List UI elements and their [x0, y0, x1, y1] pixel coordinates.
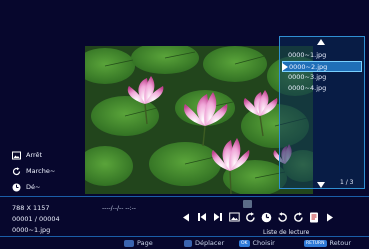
file-info: 788 X 1157 00001 / 00004 0000~1.jpg [12, 203, 60, 236]
ok-hint[interactable]: OK Choisir [239, 239, 275, 247]
move-hint[interactable]: Déplacer [184, 239, 224, 247]
playlist-item[interactable]: 0000~4.jpg [282, 83, 362, 94]
slideshow-icon[interactable] [226, 210, 242, 224]
playlist-item[interactable]: 0000~1.jpg [282, 50, 362, 61]
playback-controls [178, 210, 338, 224]
image-index: 00001 / 00004 [12, 215, 60, 223]
playlist-item[interactable]: 0000~3.jpg [282, 72, 362, 83]
image-resolution: 788 X 1157 [12, 204, 50, 212]
footer-hints: Page Déplacer OK Choisir RETURN Retour [0, 238, 369, 249]
info-bar-divider [0, 196, 369, 197]
return-hint[interactable]: RETURN Retour [304, 239, 351, 247]
timer-icon[interactable] [258, 210, 274, 224]
status-panel: Arrêt Marche~ Dé~ [12, 147, 82, 195]
info-icon[interactable] [306, 210, 322, 224]
page-hint[interactable]: Page [124, 239, 153, 247]
move-key-icon [184, 239, 192, 247]
play-icon [282, 63, 288, 71]
playlist-label: Liste de lecture [263, 229, 310, 236]
repeat-status: Marche~ [12, 163, 82, 179]
page-key-icon [124, 239, 134, 247]
repeat-icon [12, 166, 21, 175]
repeat-icon[interactable] [242, 210, 258, 224]
image-filename: 0000~1.jpg [12, 226, 51, 234]
return-key: RETURN [304, 239, 327, 247]
next-arrow-icon[interactable] [322, 210, 338, 224]
timer-status: Dé~ [12, 179, 82, 195]
volume-icon [243, 200, 252, 208]
prev-arrow-icon[interactable] [178, 210, 194, 224]
playlist-item-selected[interactable]: 0000~2.jpg [282, 61, 362, 72]
clock-icon [12, 183, 21, 191]
rotate-left-icon[interactable] [274, 210, 290, 224]
skip-back-icon[interactable] [194, 210, 210, 224]
playlist-panel: 0000~1.jpg 0000~2.jpg 0000~3.jpg 0000~4.… [279, 36, 365, 189]
slideshow-status: Arrêt [12, 147, 82, 163]
skip-forward-icon[interactable] [210, 210, 226, 224]
scroll-up-arrow-icon[interactable] [317, 39, 325, 45]
scroll-down-arrow-icon[interactable] [317, 182, 325, 188]
photo-viewer-screen: 0000~1.jpg 0000~2.jpg 0000~3.jpg 0000~4.… [0, 0, 369, 249]
ok-key: OK [239, 239, 250, 247]
image-date-time: ----/--/-- --:-- [102, 205, 136, 212]
playlist-page-indicator: 1 / 3 [340, 179, 354, 186]
picture-icon [12, 151, 21, 159]
playlist-list: 0000~1.jpg 0000~2.jpg 0000~3.jpg 0000~4.… [282, 50, 362, 94]
rotate-right-icon[interactable] [290, 210, 306, 224]
footer-divider [0, 236, 369, 237]
